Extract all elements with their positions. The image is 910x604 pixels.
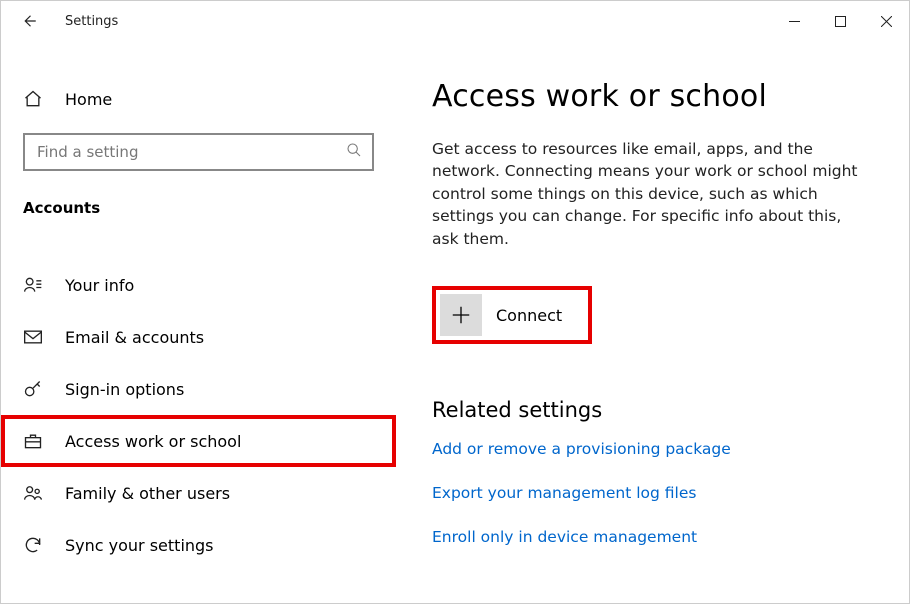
related-settings-title: Related settings — [432, 398, 873, 422]
sync-icon — [23, 535, 47, 555]
nav-item-label: Your info — [65, 276, 134, 295]
connect-button[interactable]: Connect — [432, 286, 592, 344]
nav-item-email-accounts[interactable]: Email & accounts — [1, 311, 396, 363]
plus-tile — [440, 294, 482, 336]
nav-item-sync-settings[interactable]: Sync your settings — [1, 519, 396, 571]
page-description: Get access to resources like email, apps… — [432, 138, 872, 250]
nav-item-your-info[interactable]: Your info — [1, 259, 396, 311]
search-wrap — [23, 133, 374, 171]
link-provisioning-package[interactable]: Add or remove a provisioning package — [432, 440, 731, 458]
search-icon — [346, 142, 362, 162]
window-controls — [771, 1, 909, 41]
home-nav-item[interactable]: Home — [1, 79, 396, 119]
email-icon — [23, 327, 47, 347]
key-icon — [23, 379, 47, 399]
close-button[interactable] — [863, 1, 909, 41]
minimize-button[interactable] — [771, 1, 817, 41]
link-export-logs[interactable]: Export your management log files — [432, 484, 696, 502]
main-panel: Access work or school Get access to reso… — [396, 41, 909, 603]
nav-item-access-work-school[interactable]: Access work or school — [1, 415, 396, 467]
sidebar: Home Accounts Y — [1, 41, 396, 603]
briefcase-icon — [23, 431, 47, 451]
minimize-icon — [789, 16, 800, 27]
arrow-left-icon — [20, 12, 38, 30]
your-info-icon — [23, 275, 47, 295]
people-icon — [23, 483, 47, 503]
link-enroll-device-mgmt[interactable]: Enroll only in device management — [432, 528, 697, 546]
category-label: Accounts — [1, 185, 396, 231]
nav-list: Your info Email & accounts Sign-in optio… — [1, 259, 396, 571]
back-button[interactable] — [15, 7, 43, 35]
connect-label: Connect — [496, 306, 562, 325]
nav-item-family-users[interactable]: Family & other users — [1, 467, 396, 519]
maximize-button[interactable] — [817, 1, 863, 41]
plus-icon — [450, 304, 472, 326]
nav-item-label: Family & other users — [65, 484, 230, 503]
close-icon — [881, 16, 892, 27]
titlebar: Settings — [1, 1, 909, 41]
nav-item-signin-options[interactable]: Sign-in options — [1, 363, 396, 415]
nav-item-label: Email & accounts — [65, 328, 204, 347]
maximize-icon — [835, 16, 846, 27]
nav-item-label: Access work or school — [65, 432, 241, 451]
content-area: Home Accounts Y — [1, 41, 909, 603]
nav-item-label: Sync your settings — [65, 536, 214, 555]
search-input-container[interactable] — [23, 133, 374, 171]
home-icon — [23, 89, 47, 109]
search-input[interactable] — [35, 142, 346, 162]
home-label: Home — [65, 90, 112, 109]
nav-item-label: Sign-in options — [65, 380, 184, 399]
window-title: Settings — [65, 14, 118, 29]
page-title: Access work or school — [432, 79, 873, 114]
